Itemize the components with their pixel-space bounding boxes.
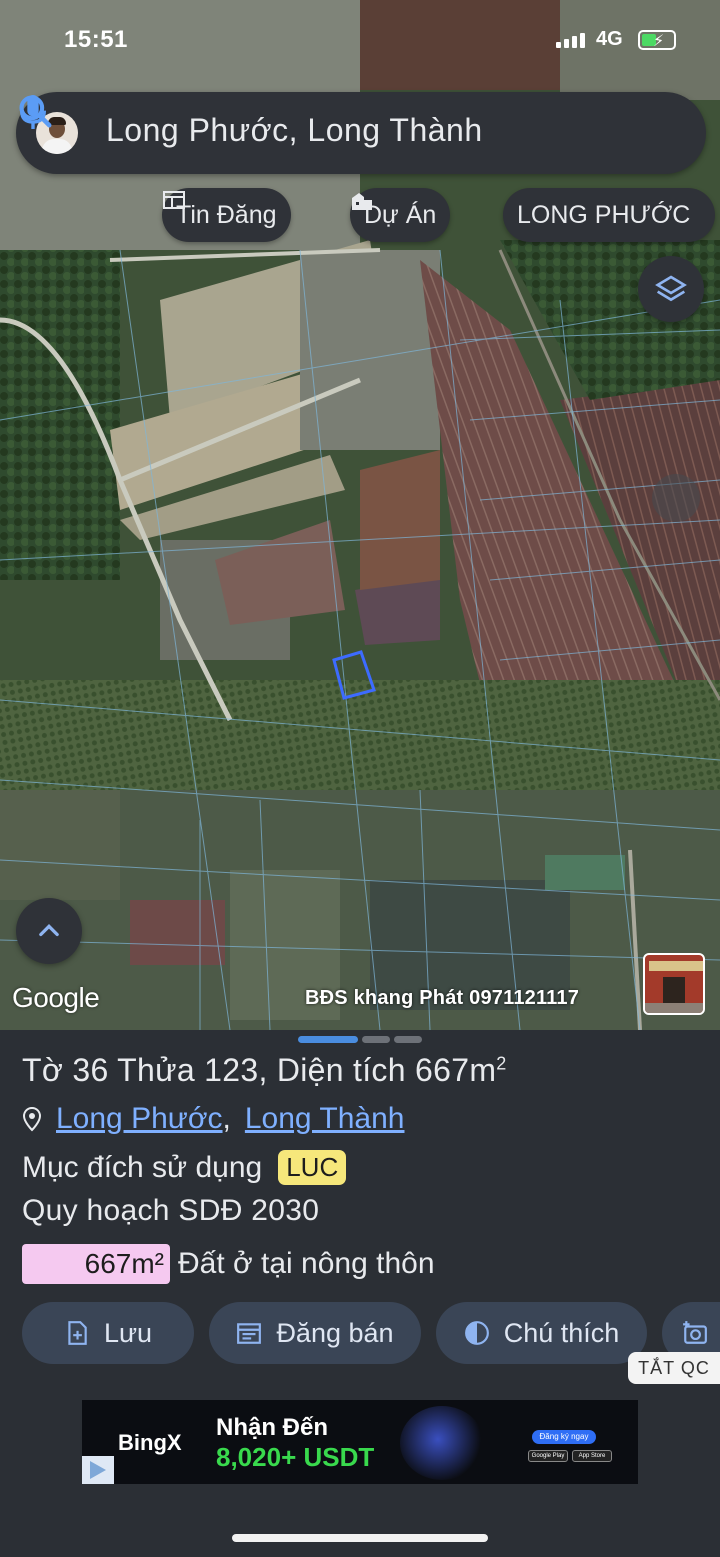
parcel-location: Long Phước , Long Thành (22, 1102, 404, 1136)
calendar-listing-icon (237, 1323, 262, 1344)
title-mid: Thửa (117, 1052, 195, 1088)
map-control-button[interactable] (652, 474, 700, 522)
pager-dot-active (298, 1036, 358, 1043)
ad-headline: Nhận Đến (216, 1414, 329, 1441)
action-buttons: Lưu Đăng bán Chú thích (0, 1302, 720, 1364)
chip-area[interactable]: LONG PHƯỚC (503, 188, 715, 242)
location-pin-icon (22, 1106, 42, 1132)
ad-banner[interactable]: BingX Nhận Đến 8,020+ USDT Đăng ký ngay … (82, 1400, 638, 1484)
search-bar[interactable]: Long Phước, Long Thành (16, 92, 706, 174)
ad-brand: BingX (118, 1430, 182, 1455)
ad-cta-button[interactable]: Đăng ký ngay (532, 1430, 596, 1444)
area-unit: 2 (496, 1053, 507, 1074)
satellite-map[interactable]: 15:51 4G ⚡ Long Phước, Long Thành Tin Đă… (0, 0, 720, 1030)
sheet-pager[interactable] (298, 1036, 422, 1043)
parcel-title: Tờ 36 Thửa 123, Diện tích 667m2 (22, 1052, 507, 1088)
cellular-signal-icon (556, 32, 586, 48)
home-indicator[interactable] (232, 1534, 488, 1542)
purpose-code-badge: LUC (278, 1150, 347, 1185)
chip-area-label: LONG PHƯỚC (517, 200, 691, 229)
chip-projects[interactable]: Dự Án (350, 188, 451, 242)
parcel-info-sheet[interactable]: Tờ 36 Thửa 123, Diện tích 667m2 Long Phư… (0, 1030, 720, 1557)
chevron-up-icon (39, 924, 59, 937)
zone-type: Đất ở tại nông thôn (178, 1247, 435, 1280)
expand-up-button[interactable] (16, 898, 82, 964)
building-icon (352, 193, 372, 210)
post-for-sale-button[interactable]: Đăng bán (209, 1302, 421, 1364)
chip-projects-label: Dự Án (364, 200, 437, 229)
street-photo-thumbnail[interactable] (643, 953, 705, 1015)
status-bar: 15:51 4G ⚡ (0, 22, 720, 62)
chip-listings-label: Tin Đăng (176, 200, 277, 229)
camera-add-icon (683, 1321, 707, 1344)
save-label: Lưu (103, 1317, 153, 1348)
status-time: 15:51 (64, 26, 128, 53)
network-type: 4G (596, 28, 623, 50)
ad-amount: 8,020+ USDT (216, 1442, 375, 1472)
map-watermark: BĐS khang Phát 0971121117 (305, 987, 580, 1009)
post-for-sale-label: Đăng bán (276, 1317, 394, 1348)
ward-link[interactable]: Long Phước (56, 1102, 223, 1136)
close-ad-button[interactable]: TẮT QC (628, 1352, 720, 1384)
area-label: Diện tích (276, 1052, 406, 1088)
land-use-purpose: Mục đích sử dụng LUC (22, 1150, 347, 1185)
legend-button[interactable]: Chú thích (436, 1302, 647, 1364)
search-query[interactable]: Long Phước, Long Thành (106, 112, 483, 149)
layers-button[interactable] (638, 256, 704, 322)
pager-dot (362, 1036, 390, 1043)
google-logo: Google (12, 982, 100, 1013)
listing-icon (163, 191, 185, 209)
legend-label: Chú thích (503, 1317, 620, 1348)
plot-number: 123 (204, 1052, 259, 1088)
layers-icon (655, 275, 687, 302)
save-button[interactable]: Lưu (22, 1302, 194, 1364)
purpose-label: Mục đích sử dụng (22, 1150, 263, 1184)
app-store-badge[interactable]: App Store (572, 1450, 612, 1462)
microphone-icon[interactable] (16, 92, 50, 132)
google-play-badge[interactable]: Google Play (528, 1450, 568, 1462)
contrast-icon (464, 1321, 489, 1345)
district-link[interactable]: Long Thành (245, 1102, 405, 1136)
sheet-number: 36 (72, 1052, 109, 1088)
chip-listings[interactable]: Tin Đăng (162, 188, 291, 242)
battery-charging-icon: ⚡ (638, 30, 676, 50)
bookmark-add-icon (68, 1321, 87, 1345)
zone-area-swatch: 667m² (22, 1244, 170, 1284)
area-value: 667m (415, 1052, 497, 1088)
planning-label: Quy hoạch SDĐ 2030 (22, 1194, 320, 1227)
ad-graphic (400, 1406, 484, 1480)
location-separator: , (222, 1102, 231, 1135)
adchoices-icon[interactable] (82, 1456, 114, 1484)
pager-dot (394, 1036, 422, 1043)
planning-zone-row: 667m² Đất ở tại nông thôn (22, 1244, 435, 1284)
title-prefix: Tờ (22, 1052, 64, 1088)
